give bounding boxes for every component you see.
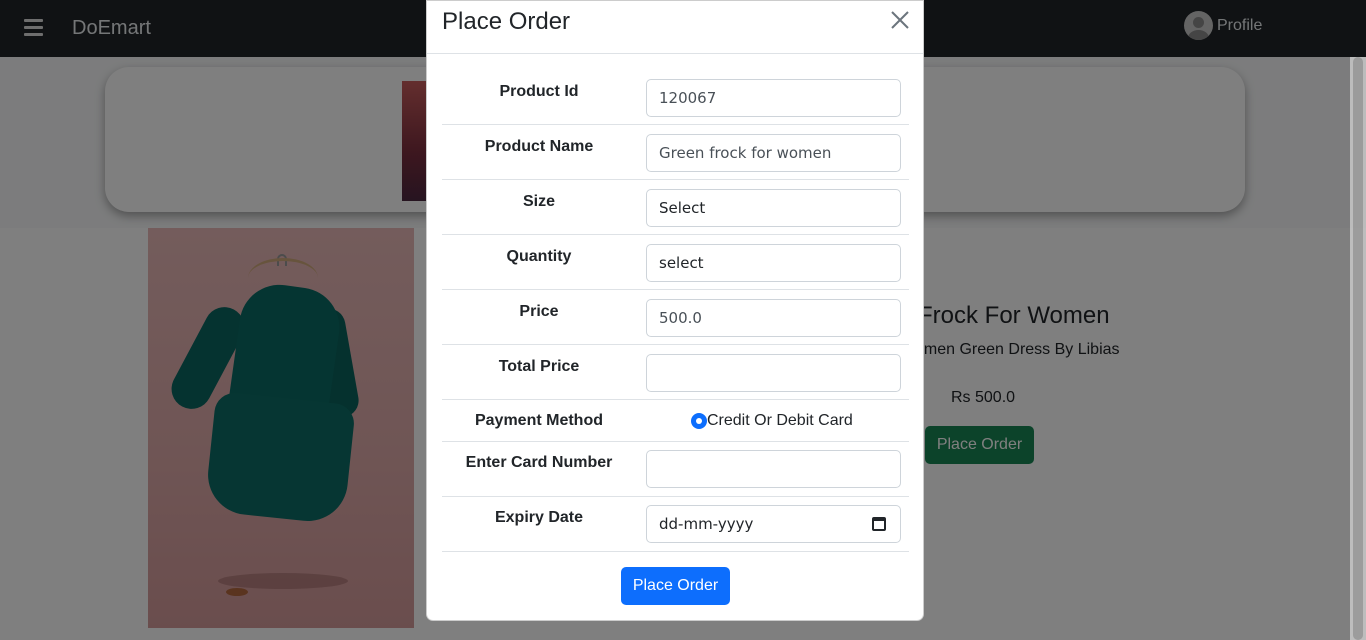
form-row-expiry-date: Expiry Date dd-mm-yyyy (442, 497, 909, 552)
scrollbar[interactable] (1350, 57, 1366, 640)
size-select[interactable]: Select (646, 189, 901, 227)
form-row-size: Size Select (442, 180, 909, 235)
form-row-payment-method: Payment Method Credit Or Debit Card (442, 400, 909, 442)
scrollbar-thumb[interactable] (1353, 57, 1363, 640)
modal-title: Place Order (442, 8, 571, 35)
calendar-icon[interactable] (872, 517, 886, 531)
close-icon[interactable] (889, 9, 911, 31)
payment-option-card[interactable]: Credit Or Debit Card (691, 412, 853, 430)
product-name-label: Product Name (484, 138, 594, 155)
size-label: Size (522, 193, 555, 210)
form-row-product-name: Product Name Green frock for women (442, 125, 909, 180)
total-price-label: Total Price (498, 358, 580, 375)
form-row-total-price: Total Price (442, 345, 909, 400)
price-field[interactable]: 500.0 (646, 299, 901, 337)
product-id-label: Product Id (499, 83, 579, 100)
order-form: Product Id 120067 Product Name Green fro… (442, 70, 909, 552)
product-name-field[interactable]: Green frock for women (646, 134, 901, 172)
form-row-card-number: Enter Card Number (442, 442, 909, 497)
expiry-date-label: Expiry Date (494, 509, 584, 526)
product-id-field[interactable]: 120067 (646, 79, 901, 117)
price-label: Price (519, 303, 559, 320)
payment-method-label: Payment Method (474, 412, 603, 429)
expiry-date-placeholder: dd-mm-yyyy (659, 515, 754, 533)
expiry-date-field[interactable]: dd-mm-yyyy (646, 505, 901, 543)
radio-checked-icon[interactable] (691, 413, 707, 429)
place-order-submit-button[interactable]: Place Order (621, 567, 730, 605)
place-order-modal: Place Order Product Id 120067 Product Na… (426, 0, 924, 621)
form-row-product-id: Product Id 120067 (442, 70, 909, 125)
card-number-field[interactable] (646, 450, 901, 488)
payment-option-label: Credit Or Debit Card (707, 412, 853, 429)
quantity-label: Quantity (506, 248, 572, 265)
total-price-field[interactable] (646, 354, 901, 392)
modal-header: Place Order (427, 1, 923, 54)
form-row-price: Price 500.0 (442, 290, 909, 345)
quantity-select[interactable]: select (646, 244, 901, 282)
form-row-quantity: Quantity select (442, 235, 909, 290)
card-number-label: Enter Card Number (465, 454, 613, 471)
